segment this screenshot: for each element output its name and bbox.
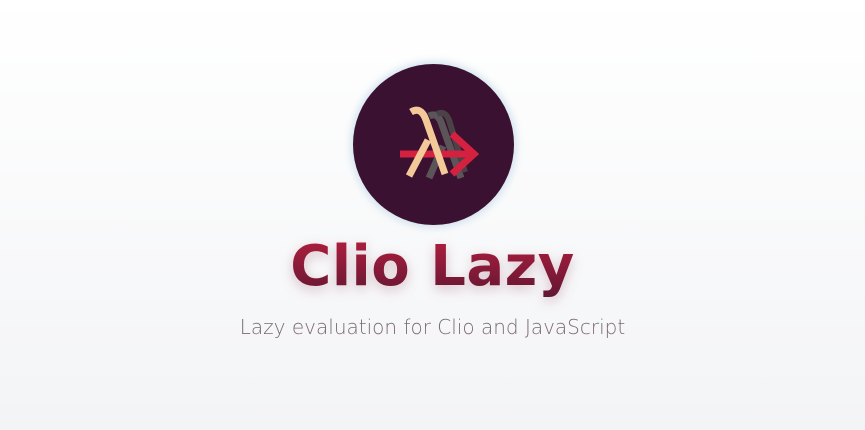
- page-title: Clio Lazy: [0, 232, 865, 302]
- tagline: Lazy evaluation for Clio and JavaScript: [239, 315, 626, 339]
- logo: [353, 64, 514, 225]
- lambda-arrow-icon: [400, 106, 480, 180]
- hero-section: Clio Lazy Lazy evaluation for Clio and J…: [0, 0, 865, 430]
